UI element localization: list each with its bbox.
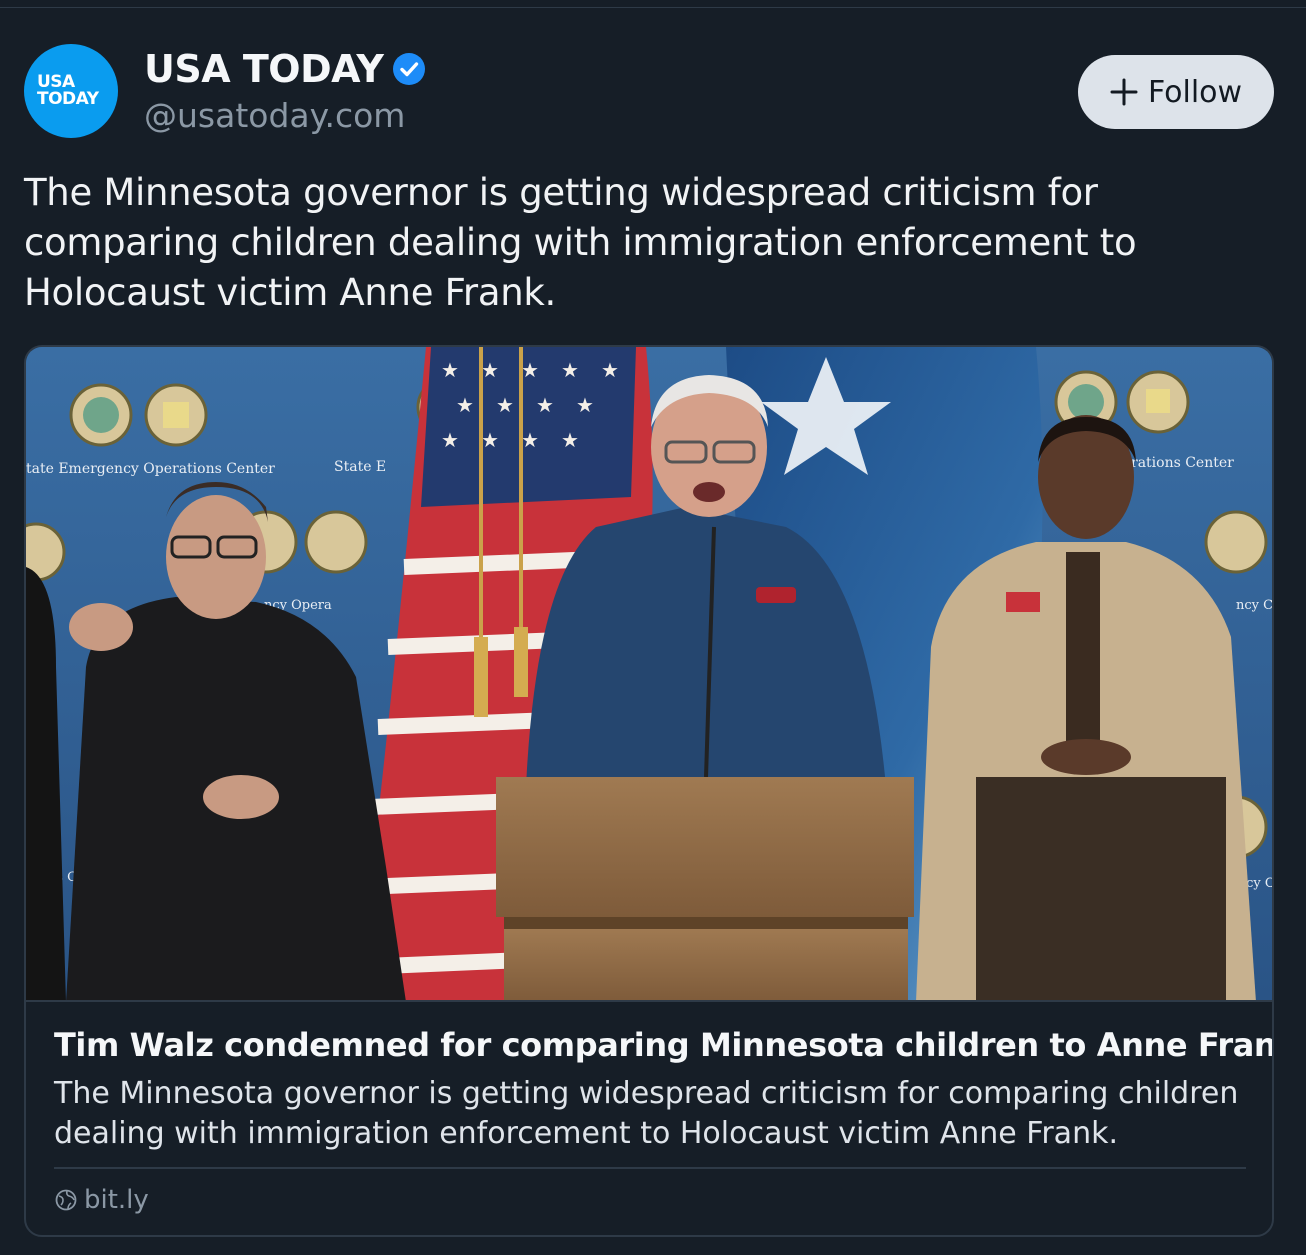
globe-icon xyxy=(55,1189,77,1211)
svg-text:★: ★ xyxy=(481,358,499,382)
svg-text:★: ★ xyxy=(561,428,579,452)
link-card-divider xyxy=(54,1167,1246,1169)
link-card-domain[interactable]: bit.ly xyxy=(54,1185,149,1215)
avatar[interactable]: USA TODAY xyxy=(24,44,118,138)
svg-text:★: ★ xyxy=(521,358,539,382)
link-card-description: The Minnesota governor is getting widesp… xyxy=(54,1076,1239,1151)
top-divider xyxy=(0,0,1306,8)
verified-badge-icon xyxy=(393,53,426,85)
sign-text-right: rations Center xyxy=(1131,455,1234,471)
svg-text:★: ★ xyxy=(456,393,474,417)
svg-text:★: ★ xyxy=(481,428,499,452)
svg-text:★: ★ xyxy=(576,393,594,417)
display-name[interactable]: USA TODAY xyxy=(144,47,384,91)
account-handle[interactable]: @usatoday.com xyxy=(144,96,405,135)
follow-button[interactable]: Follow xyxy=(1078,55,1274,129)
podium xyxy=(496,777,914,1000)
sign-text-lower-right: ncy C xyxy=(1236,598,1272,613)
link-card-image[interactable]: tate Emergency Operations Center State E… xyxy=(26,347,1272,1002)
press-conference-photo: tate Emergency Operations Center State E… xyxy=(26,347,1272,1000)
svg-text:★: ★ xyxy=(521,428,539,452)
link-card-title[interactable]: Tim Walz condemned for comparing Minneso… xyxy=(54,1023,1272,1067)
svg-text:★: ★ xyxy=(441,428,459,452)
display-name-row[interactable]: USA TODAY xyxy=(144,44,426,94)
post-text: The Minnesota governor is getting widesp… xyxy=(24,171,1137,314)
sign-text-left: tate Emergency Operations Center xyxy=(26,461,275,477)
link-card-domain-text: bit.ly xyxy=(84,1185,149,1215)
post-container: USA TODAY USA TODAY @usatoday.com Follow… xyxy=(0,0,1306,1255)
sign-text-mid: State E xyxy=(334,459,386,475)
svg-text:★: ★ xyxy=(496,393,514,417)
link-card[interactable]: tate Emergency Operations Center State E… xyxy=(24,345,1274,1237)
svg-text:★: ★ xyxy=(536,393,554,417)
avatar-text-line2: TODAY xyxy=(37,89,99,109)
svg-text:★: ★ xyxy=(561,358,579,382)
svg-text:★: ★ xyxy=(601,358,619,382)
svg-text:★: ★ xyxy=(441,358,459,382)
plus-icon xyxy=(1110,78,1138,106)
follow-button-label: Follow xyxy=(1147,74,1243,110)
